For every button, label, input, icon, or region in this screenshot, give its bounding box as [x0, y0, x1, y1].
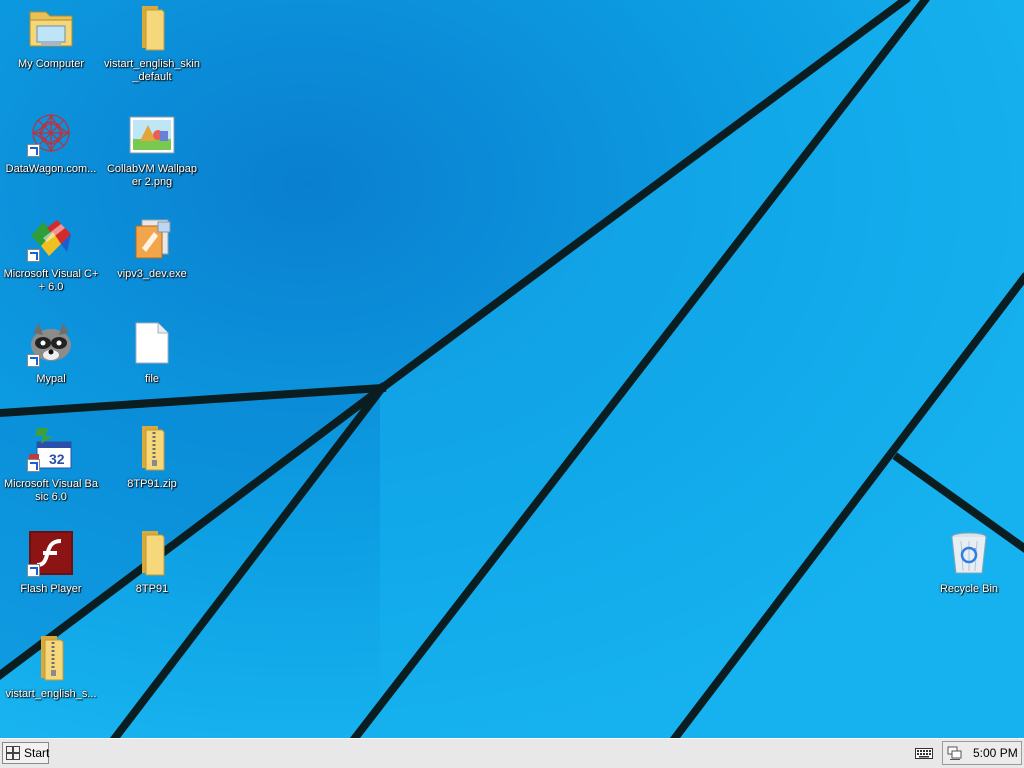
desktop-icon-file[interactable]: file — [104, 317, 200, 417]
shortcut-arrow-icon — [27, 249, 40, 262]
mypal-icon — [27, 319, 75, 367]
desktop-icon-label: DataWagon.com... — [5, 163, 97, 175]
installer-icon — [128, 214, 176, 262]
desktop-icon-label: CollabVM Wallpaper 2.png — [106, 163, 198, 188]
desktop-icon-my-computer[interactable]: My Computer — [3, 2, 99, 102]
image-file-icon — [128, 109, 176, 157]
blank-file-icon — [128, 319, 176, 367]
desktop-icon-label: vistart_english_s... — [5, 688, 97, 700]
desktop-icon-label: vistart_english_skin_default — [104, 58, 200, 83]
shortcut-arrow-icon — [27, 459, 40, 472]
network-icon[interactable] — [947, 745, 967, 761]
desktop-icon-8tp91-zip[interactable]: 8TP91.zip — [104, 422, 200, 522]
desktop-icon-label: Mypal — [36, 373, 66, 385]
folder-icon — [128, 529, 176, 577]
desktop-icon-label: Microsoft Visual Basic 6.0 — [4, 478, 98, 503]
desktop-icon-mypal[interactable]: Mypal — [3, 317, 99, 417]
desktop-icon-label: My Computer — [17, 58, 85, 70]
desktop-icon-label: Microsoft Visual C++ 6.0 — [3, 268, 99, 293]
flash-player-icon — [27, 529, 75, 577]
shortcut-arrow-icon — [27, 564, 40, 577]
start-label: Start — [24, 746, 50, 760]
desktop-icon-recycle-bin[interactable]: Recycle Bin — [921, 527, 1017, 627]
zip-folder-icon — [128, 424, 176, 472]
desktop-icon-collabvm-wallpaper[interactable]: CollabVM Wallpaper 2.png — [104, 107, 200, 207]
desktop-icon-8tp91-folder[interactable]: 8TP91 — [104, 527, 200, 627]
desktop-icon-datawagon[interactable]: DataWagon.com... — [3, 107, 99, 207]
folder-icon — [128, 4, 176, 52]
recycle-bin-icon — [945, 529, 993, 577]
desktop-icon-vistart-folder[interactable]: vistart_english_skin_default — [104, 2, 200, 102]
desktop-icon-flash-player[interactable]: Flash Player — [3, 527, 99, 627]
start-button[interactable]: Start — [2, 742, 49, 764]
desktop-icon-visual-cpp[interactable]: Microsoft Visual C++ 6.0 — [3, 212, 99, 312]
desktop-icon-vistart-zip[interactable]: vistart_english_s... — [3, 632, 99, 732]
desktop-icon-visual-basic[interactable]: 32 Microsoft Visual Basic 6.0 — [3, 422, 99, 522]
desktop-icon-label: 8TP91 — [135, 583, 169, 595]
desktop-icon-label: vipv3_dev.exe — [117, 268, 187, 280]
windows-logo-icon — [6, 746, 20, 760]
system-tray: 5:00 PM — [942, 741, 1022, 765]
desktop[interactable]: My Computer vistart_english_skin_default — [0, 0, 1024, 738]
shortcut-arrow-icon — [27, 354, 40, 367]
datawagon-icon — [27, 109, 75, 157]
my-computer-icon — [27, 4, 75, 52]
shortcut-arrow-icon — [27, 144, 40, 157]
desktop-icon-vipv3-dev[interactable]: vipv3_dev.exe — [104, 212, 200, 312]
clock[interactable]: 5:00 PM — [973, 746, 1018, 760]
visual-basic-icon: 32 — [27, 424, 75, 472]
taskbar: Start — [0, 738, 1024, 768]
zip-folder-icon — [27, 634, 75, 682]
visual-cpp-icon — [27, 214, 75, 262]
desktop-icon-label: file — [144, 373, 160, 385]
desktop-icon-label: 8TP91.zip — [127, 478, 177, 490]
keyboard-icon[interactable] — [915, 746, 933, 760]
desktop-icon-label: Recycle Bin — [939, 583, 999, 595]
desktop-icon-label: Flash Player — [20, 583, 82, 595]
svg-text:32: 32 — [49, 451, 65, 467]
